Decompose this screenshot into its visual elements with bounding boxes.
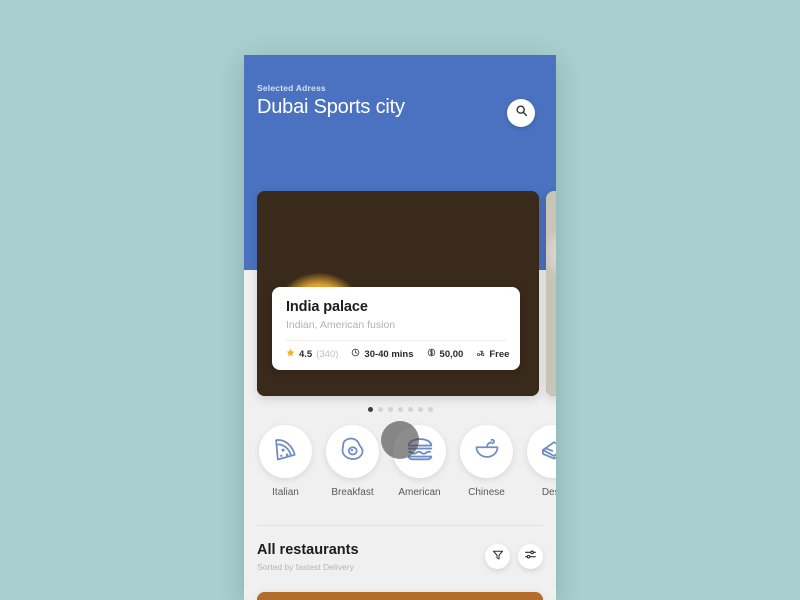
- section-actions: [485, 544, 543, 569]
- tune-sliders-icon: [524, 548, 537, 566]
- category-circle[interactable]: [381, 421, 446, 478]
- delivery-fee-value: Free: [489, 348, 510, 360]
- price-icon: [427, 348, 436, 360]
- cake-slice-icon: [540, 435, 556, 468]
- filter-button[interactable]: [485, 544, 510, 569]
- category-item-chinese[interactable]: Chinese: [458, 425, 515, 498]
- category-label: Dese: [541, 487, 556, 498]
- rating-meta: 4.5 (340): [286, 348, 338, 360]
- all-restaurants-header: All restaurants Sorted by fastest Delive…: [257, 542, 543, 572]
- category-row[interactable]: Italian Breakfast American Chinese De: [257, 421, 556, 498]
- carousel-dot[interactable]: [377, 407, 383, 412]
- clock-icon: [351, 348, 360, 360]
- price-value: 50,00: [439, 348, 464, 360]
- category-item-breakfast[interactable]: Breakfast: [324, 425, 381, 498]
- restaurant-photo: [257, 592, 543, 600]
- carousel-dot[interactable]: [407, 407, 413, 412]
- delivery-time-meta: 30-40 mins: [351, 348, 414, 360]
- hero-carousel[interactable]: India palace Indian, American fusion 4.5…: [244, 191, 556, 401]
- section-divider: [257, 525, 543, 526]
- address-block[interactable]: Selected Adress Dubai Sports city: [257, 83, 405, 119]
- category-item-dessert[interactable]: Dese: [525, 425, 556, 498]
- category-circle[interactable]: [460, 425, 513, 478]
- funnel-filter-icon: [492, 548, 504, 566]
- category-label: Italian: [272, 487, 299, 498]
- carousel-dot[interactable]: [427, 407, 433, 412]
- scooter-icon: [476, 348, 485, 360]
- selected-address: Dubai Sports city: [257, 96, 405, 118]
- carousel-pagination[interactable]: [244, 407, 556, 412]
- carousel-dot[interactable]: [367, 407, 373, 412]
- search-button[interactable]: [507, 99, 535, 127]
- page-title: All restaurants: [257, 542, 359, 558]
- search-icon: [515, 104, 528, 122]
- fried-egg-icon: [339, 435, 367, 468]
- restaurant-list-item[interactable]: [257, 592, 543, 600]
- delivery-time-value: 30-40 mins: [364, 348, 414, 360]
- category-label: American: [398, 487, 441, 498]
- category-item-american[interactable]: American: [381, 421, 448, 498]
- restaurant-meta-row: 4.5 (340) 30-40 mins 50,00 Free: [286, 348, 509, 360]
- category-circle[interactable]: [326, 425, 379, 478]
- touch-indicator: [381, 421, 419, 459]
- restaurant-cuisine: Indian, American fusion: [286, 319, 396, 331]
- restaurant-name: India palace: [286, 299, 368, 315]
- price-meta: 50,00: [427, 348, 464, 360]
- divider: [286, 340, 506, 341]
- restaurant-photo-next: [546, 191, 556, 396]
- sort-button[interactable]: [518, 544, 543, 569]
- category-circle[interactable]: [527, 425, 556, 478]
- rating-count: (340): [316, 348, 339, 360]
- pizza-slice-icon: [272, 435, 300, 468]
- carousel-dot[interactable]: [387, 407, 393, 412]
- star-icon: [286, 348, 295, 360]
- category-item-italian[interactable]: Italian: [257, 425, 314, 498]
- category-circle[interactable]: [259, 425, 312, 478]
- hero-card-next[interactable]: [546, 191, 556, 396]
- section-title-block: All restaurants Sorted by fastest Delive…: [257, 542, 359, 572]
- noodle-bowl-icon: [473, 435, 501, 468]
- sort-status: Sorted by fastest Delivery: [257, 562, 354, 572]
- carousel-dot[interactable]: [397, 407, 403, 412]
- category-label: Breakfast: [331, 487, 374, 498]
- carousel-dot[interactable]: [417, 407, 423, 412]
- address-label: Selected Adress: [257, 83, 326, 93]
- category-label: Chinese: [468, 487, 505, 498]
- phone-frame: Selected Adress Dubai Sports city India …: [244, 55, 556, 600]
- rating-value: 4.5: [299, 348, 313, 360]
- restaurant-info-card[interactable]: India palace Indian, American fusion 4.5…: [272, 287, 520, 370]
- delivery-fee-meta: Free: [476, 348, 509, 360]
